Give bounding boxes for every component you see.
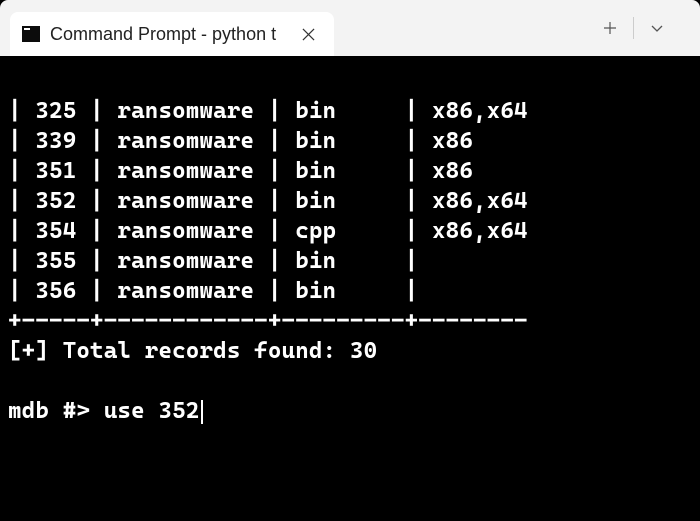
cmd-icon — [22, 26, 40, 42]
new-tab-button[interactable] — [587, 6, 633, 50]
titlebar-controls — [587, 0, 700, 56]
total-records-line: [+] Total records found: 30 — [8, 336, 692, 366]
chevron-down-icon — [650, 21, 664, 35]
cursor — [201, 400, 203, 424]
table-rows: | 325 | ransomware | bin | x86,x64 | 339… — [8, 96, 692, 306]
close-icon — [302, 28, 315, 41]
tab-active[interactable]: Command Prompt - python t — [10, 12, 334, 56]
titlebar: Command Prompt - python t — [0, 0, 700, 56]
terminal-content[interactable]: | 325 | ransomware | bin | x86,x64 | 339… — [0, 56, 700, 466]
tab-container: Command Prompt - python t — [0, 0, 587, 56]
prompt-line: mdb #> use 352 — [8, 398, 203, 424]
plus-icon — [603, 21, 617, 35]
tab-title: Command Prompt - python t — [50, 24, 276, 45]
terminal-window: Command Prompt - python t | 325 | ransom… — [0, 0, 700, 521]
table-row: | 356 | ransomware | bin | — [8, 276, 692, 306]
table-row: | 339 | ransomware | bin | x86 — [8, 126, 692, 156]
dropdown-button[interactable] — [634, 6, 680, 50]
table-row: | 325 | ransomware | bin | x86,x64 — [8, 96, 692, 126]
tab-close-button[interactable] — [294, 20, 322, 48]
table-row: | 355 | ransomware | bin | — [8, 246, 692, 276]
table-separator: +-----+------------+---------+-------- — [8, 306, 692, 336]
command-text: use 352 — [104, 398, 200, 424]
prompt-text: mdb #> — [8, 398, 104, 424]
table-row: | 352 | ransomware | bin | x86,x64 — [8, 186, 692, 216]
table-row: | 354 | ransomware | cpp | x86,x64 — [8, 216, 692, 246]
table-row: | 351 | ransomware | bin | x86 — [8, 156, 692, 186]
